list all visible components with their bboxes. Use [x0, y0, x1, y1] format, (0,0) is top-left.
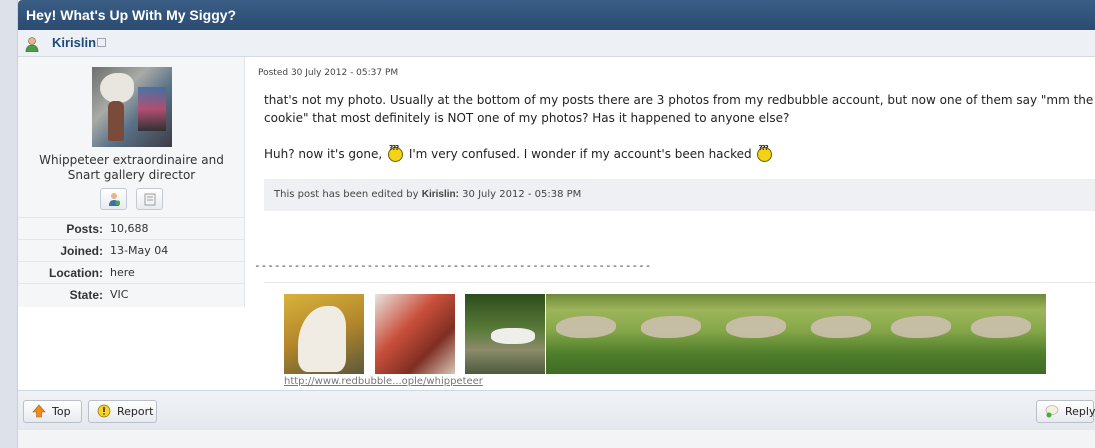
top-button[interactable]: Top [23, 400, 82, 423]
send-message-button[interactable] [136, 188, 163, 210]
send-message-icon [144, 193, 156, 206]
post-footer: Top Report Reply [18, 390, 1095, 431]
post-container: Hey! What's Up With My Siggy? Kirislin W… [17, 0, 1095, 448]
stat-location: Location: here [18, 261, 245, 284]
running-whippet [891, 316, 951, 338]
signature-photo-panorama[interactable] [546, 294, 1046, 374]
reply-button[interactable]: Reply [1036, 400, 1095, 423]
signature-separator: ----------------------------------------… [254, 259, 652, 272]
next-post-edge [18, 430, 1095, 448]
stat-posts: Posts: 10,688 [18, 217, 245, 240]
signature-photo[interactable] [284, 294, 364, 374]
post-text: that's not my photo. Usually at the bott… [264, 91, 1095, 163]
running-whippet [811, 316, 871, 338]
whippet-head [298, 306, 346, 372]
signature-rule [264, 282, 1095, 283]
running-whippet [641, 316, 701, 338]
reply-icon [1045, 405, 1059, 418]
arrow-up-icon [32, 404, 46, 418]
user-icon [25, 37, 39, 52]
avatar-dog [100, 73, 134, 103]
running-whippet [971, 316, 1031, 338]
edit-notice: This post has been edited by Kirislin: 3… [264, 179, 1095, 211]
stat-joined: Joined: 13-May 04 [18, 239, 245, 262]
author-bar: Kirislin [18, 30, 1095, 57]
confused-smiley-icon [757, 139, 773, 162]
post-date: Posted 30 July 2012 - 05:37 PM [258, 68, 399, 78]
post-line: cookie" that most definitely is NOT one … [264, 111, 790, 125]
external-link-icon[interactable] [97, 38, 106, 47]
running-whippet [726, 316, 786, 338]
report-button[interactable]: Report [88, 400, 157, 423]
whippet-in-water [491, 328, 535, 344]
signature-photo[interactable] [465, 294, 545, 374]
editor-name: Kirislin: [421, 189, 459, 200]
post-line: that's not my photo. Usually at the bott… [264, 93, 1095, 107]
author-name-link[interactable]: Kirislin [52, 35, 96, 50]
avatar[interactable] [92, 67, 172, 147]
signature-link[interactable]: http://www.redbubble...ople/whippeteer [284, 376, 483, 387]
stat-state: State: VIC [18, 283, 245, 306]
confused-smiley-icon [388, 139, 403, 162]
running-whippet [556, 316, 616, 338]
post-body: Posted 30 July 2012 - 05:37 PM that's no… [254, 57, 1095, 390]
avatar-person [108, 101, 124, 141]
add-friend-button[interactable] [100, 188, 127, 210]
author-sidebar: Whippeteer extraordinaire and Snart gall… [18, 57, 245, 307]
avatar-graffiti [138, 87, 166, 131]
signature-photo[interactable] [375, 294, 455, 374]
add-friend-icon [109, 193, 120, 206]
post-line: Huh? now it's gone, I'm very confused. I… [264, 139, 1095, 163]
topic-title: Hey! What's Up With My Siggy? [18, 0, 1095, 30]
warning-icon [97, 404, 111, 418]
member-title: Whippeteer extraordinaire and Snart gall… [39, 153, 224, 182]
